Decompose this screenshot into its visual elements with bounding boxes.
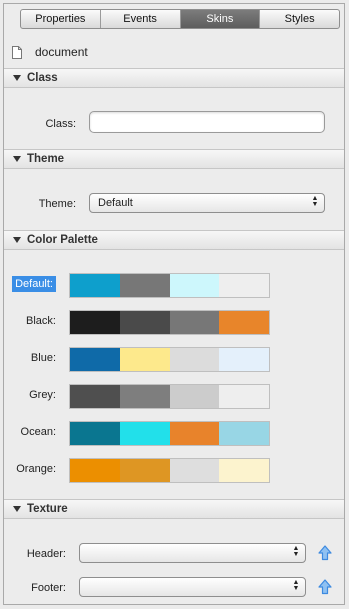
palette-row[interactable]: Orange: [4,458,344,484]
color-swatch [169,311,220,334]
disclosure-triangle-icon [13,156,21,162]
color-swatch [119,385,170,408]
palette-row[interactable]: Default: [4,273,344,299]
theme-select-value: Default [98,197,133,209]
color-swatch [70,311,120,334]
updown-arrows-icon: ▲ ▼ [292,545,300,558]
color-swatch [169,422,220,445]
document-row[interactable]: document [12,42,88,62]
color-swatch [219,274,269,297]
disclosure-triangle-icon [13,506,21,512]
palette-label: Blue: [30,352,56,364]
palette-swatches[interactable] [69,273,270,298]
color-swatch [219,311,269,334]
section-title: Texture [27,503,68,515]
upload-arrow-icon[interactable] [317,545,333,561]
theme-select[interactable]: Default ▲ ▼ [89,193,325,213]
color-swatch [219,459,269,482]
skins-panel: Properties Events Skins Styles document … [3,3,345,605]
section-theme-header[interactable]: Theme [4,149,344,169]
header-texture-select[interactable]: ▲ ▼ [79,543,306,563]
palette-swatches[interactable] [69,347,270,372]
updown-arrows-icon: ▲ ▼ [292,579,300,592]
section-texture-header[interactable]: Texture [4,499,344,519]
color-swatch [119,348,170,371]
section-color-palette-header[interactable]: Color Palette [4,230,344,250]
document-label: document [35,45,88,59]
class-input[interactable] [89,111,325,133]
tab-skins[interactable]: Skins [180,10,261,28]
document-icon [12,45,22,59]
color-swatch [219,348,269,371]
palette-swatches[interactable] [69,458,270,483]
theme-label: Theme: [38,198,76,210]
tab-styles[interactable]: Styles [260,10,339,28]
color-swatch [119,274,170,297]
palette-label: Orange: [16,463,56,475]
disclosure-triangle-icon [13,237,21,243]
section-title: Color Palette [27,234,98,246]
palette-label: Ocean: [20,426,56,438]
color-swatch [169,385,220,408]
upload-arrow-icon[interactable] [317,579,333,595]
palette-row[interactable]: Blue: [4,347,344,373]
color-swatch [70,385,120,408]
tab-bar: Properties Events Skins Styles [20,9,340,29]
palette-row[interactable]: Black: [4,310,344,336]
color-swatch [70,459,120,482]
color-swatch [70,422,120,445]
palette-swatches[interactable] [69,421,270,446]
footer-texture-label: Footer: [31,582,66,594]
color-swatch [219,422,269,445]
palette-swatches[interactable] [69,310,270,335]
color-swatch [169,348,220,371]
disclosure-triangle-icon [13,75,21,81]
color-swatch [70,348,120,371]
color-swatch [169,459,220,482]
palette-label: Black: [26,315,56,327]
color-swatch [70,274,120,297]
color-swatch [119,422,170,445]
tab-events[interactable]: Events [101,10,181,28]
class-label: Class: [45,118,76,130]
color-swatch [219,385,269,408]
tab-properties[interactable]: Properties [21,10,101,28]
palette-label: Grey: [29,389,56,401]
section-title: Class [27,72,58,84]
footer-texture-select[interactable]: ▲ ▼ [79,577,306,597]
color-swatch [119,311,170,334]
header-texture-label: Header: [26,548,66,560]
palette-row[interactable]: Ocean: [4,421,344,447]
section-class-header[interactable]: Class [4,68,344,88]
color-swatch [119,459,170,482]
color-swatch [169,274,220,297]
palette-swatches[interactable] [69,384,270,409]
updown-arrows-icon: ▲ ▼ [311,195,319,208]
palette-row[interactable]: Grey: [4,384,344,410]
section-title: Theme [27,153,65,165]
palette-label: Default: [12,276,56,292]
